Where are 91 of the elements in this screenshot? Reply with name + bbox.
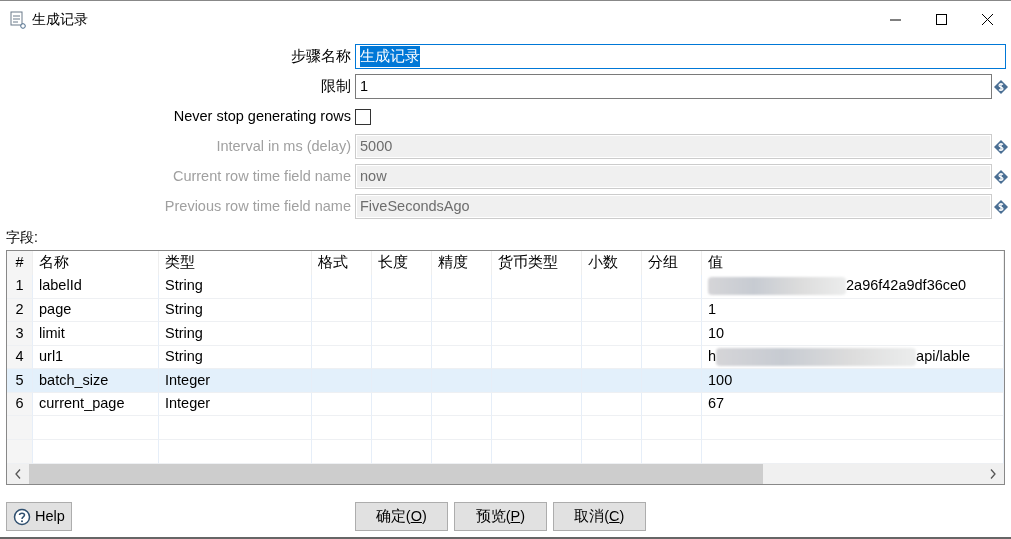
column-header[interactable]: 类型 xyxy=(159,250,312,276)
help-icon xyxy=(13,507,31,526)
table-cell xyxy=(432,275,492,299)
cell-text: api/lable xyxy=(916,347,971,367)
table-cell xyxy=(582,298,642,323)
table-cell: String xyxy=(159,322,312,346)
row-number: 4 xyxy=(7,345,33,370)
table-cell xyxy=(372,440,432,464)
row-header xyxy=(7,416,33,440)
field-label: Never stop generating rows xyxy=(172,106,352,126)
table-cell xyxy=(582,392,642,417)
checkbox[interactable] xyxy=(355,108,371,125)
column-header[interactable]: 格式 xyxy=(312,250,372,276)
field-label: 步骤名称 xyxy=(290,46,352,66)
table-cell: String xyxy=(159,275,312,299)
table-cell xyxy=(432,416,492,440)
table-cell: page xyxy=(33,298,159,323)
table-cell xyxy=(312,416,372,440)
cell-text: 67 xyxy=(708,394,725,414)
column-header[interactable]: 值 xyxy=(702,250,1004,276)
table-cell: current_page xyxy=(33,392,159,417)
table-cell xyxy=(312,392,372,417)
column-header[interactable]: 名称 xyxy=(33,250,159,276)
table-row[interactable]: 3 limit String 10 xyxy=(7,322,1004,346)
table-cell xyxy=(582,416,642,440)
row-number: 1 xyxy=(7,275,33,299)
dialog-button[interactable]: 确定(O) xyxy=(354,502,448,531)
table-cell xyxy=(642,440,702,464)
table-cell xyxy=(312,440,372,464)
scrollbar-thumb[interactable] xyxy=(29,463,763,484)
table-icon xyxy=(10,10,26,29)
table-cell xyxy=(312,275,372,299)
table-cell xyxy=(312,298,372,323)
row-number: 6 xyxy=(7,392,33,417)
field-label: Interval in ms (delay) xyxy=(215,136,352,156)
table-cell xyxy=(642,416,702,440)
column-header[interactable]: 分组 xyxy=(642,250,702,276)
table-cell xyxy=(642,322,702,346)
table-cell xyxy=(312,322,372,346)
table-cell xyxy=(372,416,432,440)
table-cell xyxy=(432,322,492,346)
table-cell xyxy=(582,322,642,346)
column-header[interactable]: 小数 xyxy=(582,250,642,276)
row-number: 2 xyxy=(7,298,33,323)
row-number: 3 xyxy=(7,322,33,346)
column-header[interactable]: # xyxy=(7,250,33,276)
field-label: 限制 xyxy=(320,76,352,96)
table-cell: Integer xyxy=(159,369,312,393)
table-cell xyxy=(642,392,702,417)
table-row[interactable]: 6 current_page Integer 67 xyxy=(7,392,1004,417)
cell-text: 1 xyxy=(708,300,717,319)
variable-icon[interactable] xyxy=(994,79,1008,94)
field-label: Current row time field name xyxy=(171,166,352,186)
table-cell xyxy=(372,298,432,323)
column-header[interactable]: 货币类型 xyxy=(492,250,582,276)
scroll-left-icon[interactable] xyxy=(15,469,21,480)
cell-text: 2a96f42a9df36ce0 xyxy=(846,276,967,296)
table-cell xyxy=(582,275,642,299)
table-cell xyxy=(432,298,492,323)
input-field[interactable]: 1 xyxy=(355,74,992,99)
table-cell xyxy=(642,275,702,299)
table-cell xyxy=(372,392,432,417)
table-cell xyxy=(432,440,492,464)
input-field[interactable]: 生成记录 xyxy=(355,44,1006,69)
column-header[interactable]: 长度 xyxy=(372,250,432,276)
cell-text: h xyxy=(708,347,717,367)
table-cell: limit xyxy=(33,322,159,346)
maximize-icon[interactable] xyxy=(936,13,948,26)
table-row[interactable]: 1 labelId String 2a96f42a9df36ce0 xyxy=(7,275,1004,299)
table-cell: batch_size xyxy=(33,369,159,393)
cell-text: 10 xyxy=(708,323,725,343)
column-header[interactable]: 精度 xyxy=(432,250,492,276)
table-cell xyxy=(582,440,642,464)
section-label: 字段: xyxy=(5,227,39,247)
table-row[interactable]: 2 page String 1 xyxy=(7,298,1004,323)
help-button[interactable]: Help xyxy=(6,502,72,531)
table-cell xyxy=(372,275,432,299)
table-cell xyxy=(372,322,432,346)
cell-text: 100 xyxy=(708,370,733,390)
dialog-button[interactable]: 预览(P) xyxy=(453,502,547,531)
close-icon[interactable] xyxy=(982,13,994,26)
table-cell xyxy=(432,392,492,417)
table-cell: String xyxy=(159,298,312,323)
window-title: 生成记录 xyxy=(32,10,88,29)
field-label: Previous row time field name xyxy=(163,196,352,216)
table-cell: Integer xyxy=(159,392,312,417)
table-cell: labelId xyxy=(33,275,159,299)
scroll-right-icon[interactable] xyxy=(990,469,996,480)
dialog-button[interactable]: 取消(C) xyxy=(552,502,646,531)
table-row[interactable]: 5 batch_size Integer 100 xyxy=(7,369,1004,393)
table-cell xyxy=(642,298,702,323)
